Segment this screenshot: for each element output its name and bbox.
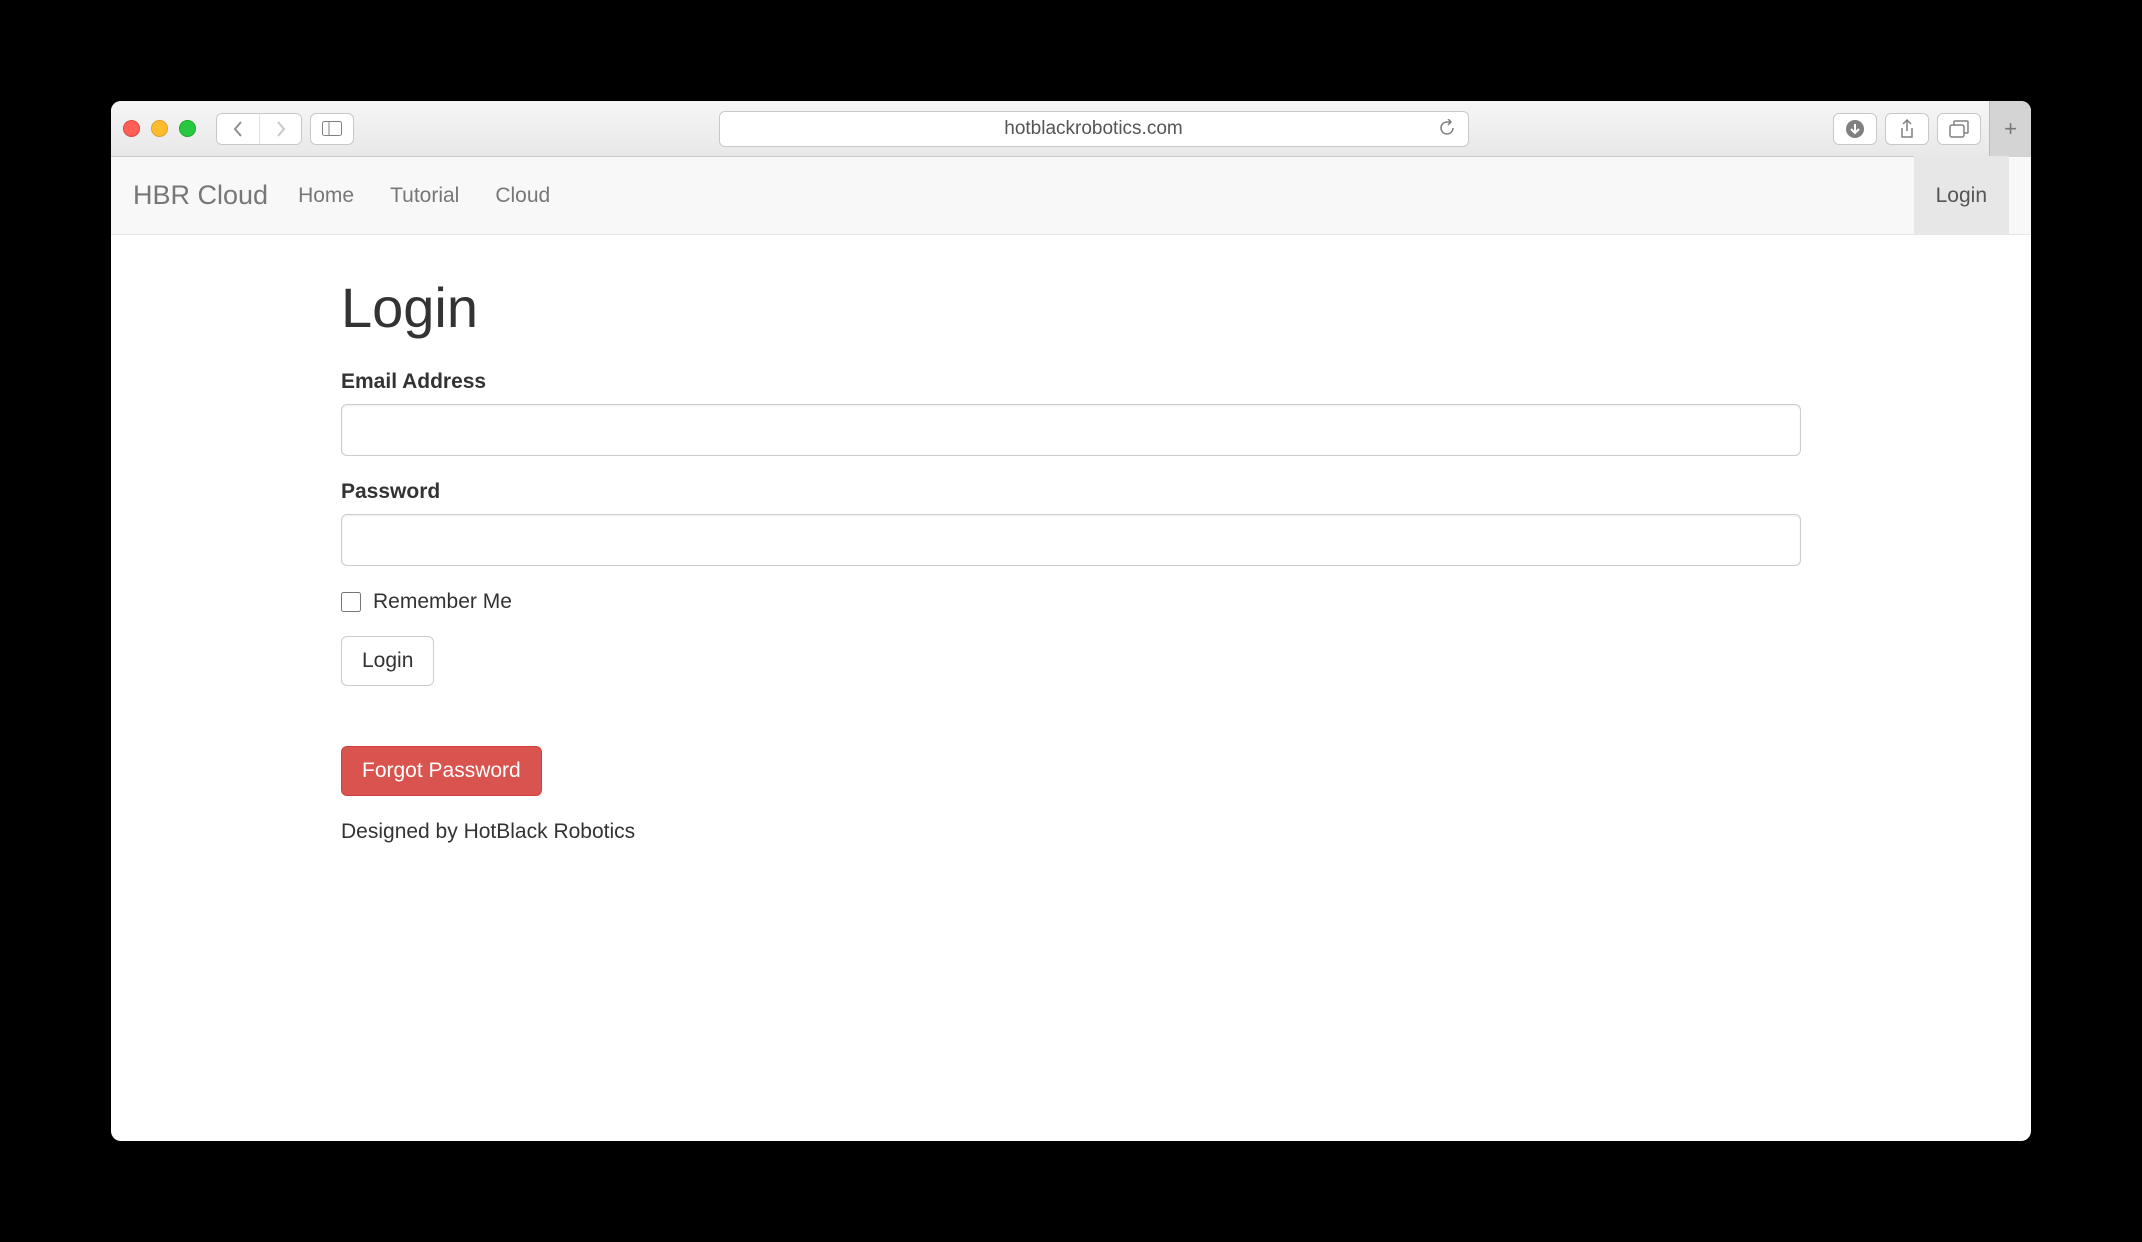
page-content: Login Email Address Password Remember Me…	[111, 235, 2031, 1141]
email-group: Email Address	[341, 370, 1801, 456]
nav-link-login[interactable]: Login	[1914, 156, 2009, 235]
login-button[interactable]: Login	[341, 636, 434, 686]
remember-checkbox[interactable]	[341, 592, 361, 612]
nav-link-home[interactable]: Home	[298, 184, 354, 208]
reload-button[interactable]	[1439, 119, 1456, 138]
chevron-left-icon	[232, 120, 244, 138]
navigation-buttons	[216, 113, 302, 145]
forgot-password-button[interactable]: Forgot Password	[341, 746, 542, 796]
navbar-links: Home Tutorial Cloud	[298, 184, 550, 208]
minimize-window-button[interactable]	[151, 120, 168, 137]
maximize-window-button[interactable]	[179, 120, 196, 137]
share-icon	[1899, 119, 1915, 139]
browser-window: hotblackrobotics.com + HBR Cloud	[111, 101, 2031, 1141]
window-controls	[123, 120, 196, 137]
password-field[interactable]	[341, 514, 1801, 566]
sidebar-toggle-button[interactable]	[310, 113, 354, 145]
address-bar[interactable]: hotblackrobotics.com	[719, 111, 1469, 147]
email-field[interactable]	[341, 404, 1801, 456]
tabs-button[interactable]	[1937, 113, 1981, 145]
page-navbar: HBR Cloud Home Tutorial Cloud Login	[111, 157, 2031, 235]
chevron-right-icon	[275, 120, 287, 138]
address-text: hotblackrobotics.com	[1004, 118, 1182, 140]
forward-button[interactable]	[259, 114, 301, 144]
navbar-brand[interactable]: HBR Cloud	[133, 180, 268, 211]
downloads-button[interactable]	[1833, 113, 1877, 145]
nav-link-cloud[interactable]: Cloud	[495, 184, 550, 208]
password-label: Password	[341, 480, 1801, 504]
remember-label: Remember Me	[373, 590, 512, 614]
share-button[interactable]	[1885, 113, 1929, 145]
password-group: Password	[341, 480, 1801, 566]
sidebar-icon	[322, 121, 342, 136]
remember-group: Remember Me	[341, 590, 1801, 614]
reload-icon	[1439, 119, 1456, 138]
tabs-icon	[1949, 120, 1969, 138]
new-tab-button[interactable]: +	[1989, 101, 2031, 157]
plus-icon: +	[2004, 116, 2017, 142]
email-label: Email Address	[341, 370, 1801, 394]
browser-toolbar: hotblackrobotics.com +	[111, 101, 2031, 157]
back-button[interactable]	[217, 114, 259, 144]
download-icon	[1845, 119, 1865, 139]
close-window-button[interactable]	[123, 120, 140, 137]
page-title: Login	[341, 275, 1801, 340]
nav-link-tutorial[interactable]: Tutorial	[390, 184, 459, 208]
footer-text: Designed by HotBlack Robotics	[341, 820, 1801, 844]
